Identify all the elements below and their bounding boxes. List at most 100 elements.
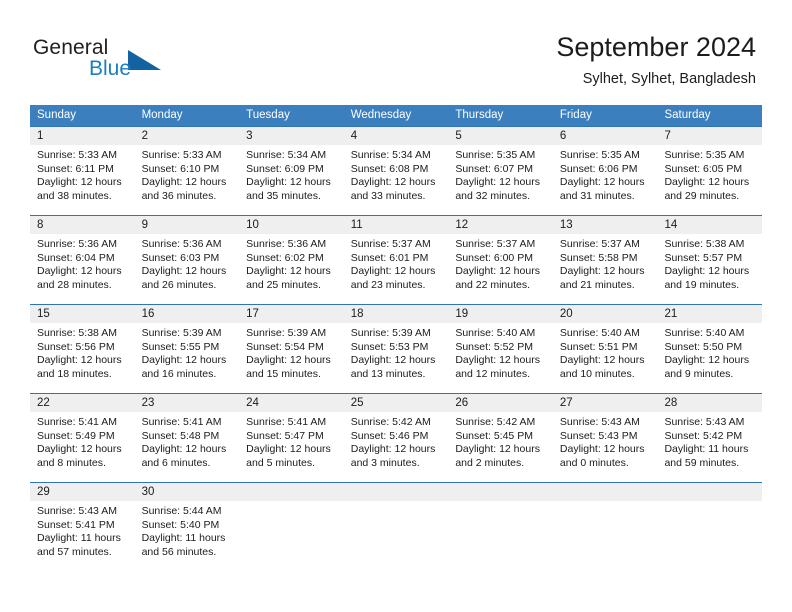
week-row: 29 Sunrise: 5:43 AM Sunset: 5:41 PM Dayl… [30, 482, 763, 571]
day-cell[interactable]: 22 Sunrise: 5:41 AM Sunset: 5:49 PM Dayl… [30, 394, 135, 482]
day-cell[interactable]: 15 Sunrise: 5:38 AM Sunset: 5:56 PM Dayl… [30, 305, 135, 393]
day-cell[interactable]: 3 Sunrise: 5:34 AM Sunset: 6:09 PM Dayli… [239, 127, 344, 215]
sunrise-text: Sunrise: 5:38 AM [664, 238, 745, 250]
day-cell[interactable]: 5 Sunrise: 5:35 AM Sunset: 6:07 PM Dayli… [448, 127, 553, 215]
day-details: Sunrise: 5:38 AM Sunset: 5:56 PM Dayligh… [30, 323, 135, 381]
daylight-text-line1: Daylight: 12 hours [455, 176, 540, 189]
sunset-text: Sunset: 5:51 PM [559, 340, 638, 353]
sunrise-text: Sunrise: 5:41 AM [141, 416, 222, 428]
sunset-text: Sunset: 5:47 PM [246, 429, 324, 442]
sunrise-text: Sunrise: 5:44 AM [141, 505, 222, 517]
sunrise-text: Sunrise: 5:36 AM [141, 238, 222, 250]
daylight-text-line2: and 56 minutes. [141, 545, 217, 558]
blue-flag-icon [128, 50, 161, 70]
daylight-text-line2: and 0 minutes. [559, 456, 629, 469]
day-cell[interactable]: 19 Sunrise: 5:40 AM Sunset: 5:52 PM Dayl… [448, 305, 553, 393]
sunset-text: Sunset: 6:07 PM [455, 162, 533, 175]
daylight-text-line1: Daylight: 12 hours [141, 265, 227, 278]
daylight-text-line1: Daylight: 12 hours [455, 265, 540, 278]
day-number: 25 [343, 394, 449, 412]
brand-logo[interactable]: General Blue [33, 36, 263, 92]
daylight-text-line1: Daylight: 12 hours [664, 176, 750, 189]
day-cell[interactable]: 28 Sunrise: 5:43 AM Sunset: 5:42 PM Dayl… [657, 394, 763, 482]
day-cell[interactable]: 4 Sunrise: 5:34 AM Sunset: 6:08 PM Dayli… [343, 127, 449, 215]
sunset-text: Sunset: 5:45 PM [455, 429, 533, 442]
day-cell[interactable]: 6 Sunrise: 5:35 AM Sunset: 6:06 PM Dayli… [552, 127, 658, 215]
day-details: Sunrise: 5:42 AM Sunset: 5:46 PM Dayligh… [344, 412, 449, 470]
day-number: 26 [448, 394, 553, 412]
day-number: 12 [448, 216, 553, 234]
sunrise-text: Sunrise: 5:35 AM [455, 149, 536, 161]
day-cell[interactable]: 2 Sunrise: 5:33 AM Sunset: 6:10 PM Dayli… [134, 127, 240, 215]
sunrise-text: Sunrise: 5:38 AM [37, 327, 117, 339]
day-details: Sunrise: 5:39 AM Sunset: 5:53 PM Dayligh… [344, 323, 449, 381]
day-cell[interactable]: 17 Sunrise: 5:39 AM Sunset: 5:54 PM Dayl… [239, 305, 344, 393]
day-number: 17 [239, 305, 344, 323]
daylight-text-line2: and 16 minutes. [141, 367, 217, 380]
day-cell[interactable]: 11 Sunrise: 5:37 AM Sunset: 6:01 PM Dayl… [343, 216, 449, 304]
day-details: Sunrise: 5:43 AM Sunset: 5:43 PM Dayligh… [553, 412, 658, 470]
sunset-text: Sunset: 5:55 PM [141, 340, 220, 353]
day-details: Sunrise: 5:39 AM Sunset: 5:55 PM Dayligh… [135, 323, 240, 381]
day-cell[interactable]: 23 Sunrise: 5:41 AM Sunset: 5:48 PM Dayl… [134, 394, 240, 482]
day-details: Sunrise: 5:38 AM Sunset: 5:57 PM Dayligh… [657, 234, 762, 292]
day-number: 20 [552, 305, 658, 323]
day-details: Sunrise: 5:36 AM Sunset: 6:04 PM Dayligh… [30, 234, 135, 292]
day-details: Sunrise: 5:42 AM Sunset: 5:45 PM Dayligh… [448, 412, 553, 470]
day-cell-empty [552, 483, 658, 571]
sunrise-text: Sunrise: 5:39 AM [141, 327, 222, 339]
daylight-text-line1: Daylight: 12 hours [246, 265, 331, 278]
daylight-text-line1: Daylight: 12 hours [559, 443, 645, 456]
day-number [448, 483, 553, 501]
daylight-text-line2: and 21 minutes. [559, 278, 635, 291]
day-details: Sunrise: 5:41 AM Sunset: 5:47 PM Dayligh… [239, 412, 344, 470]
sunrise-text: Sunrise: 5:42 AM [350, 416, 431, 428]
weekday-header-wednesday: Wednesday [350, 109, 412, 121]
day-number: 14 [657, 216, 763, 234]
day-cell[interactable]: 24 Sunrise: 5:41 AM Sunset: 5:47 PM Dayl… [239, 394, 344, 482]
day-cell[interactable]: 18 Sunrise: 5:39 AM Sunset: 5:53 PM Dayl… [343, 305, 449, 393]
daylight-text-line2: and 29 minutes. [664, 189, 740, 202]
day-cell[interactable]: 9 Sunrise: 5:36 AM Sunset: 6:03 PM Dayli… [134, 216, 240, 304]
day-details: Sunrise: 5:35 AM Sunset: 6:07 PM Dayligh… [448, 145, 553, 203]
sunset-text: Sunset: 6:03 PM [141, 251, 220, 264]
sunset-text: Sunset: 6:01 PM [350, 251, 429, 264]
day-cell[interactable]: 29 Sunrise: 5:43 AM Sunset: 5:41 PM Dayl… [30, 483, 135, 571]
day-number: 28 [657, 394, 763, 412]
daylight-text-line2: and 10 minutes. [559, 367, 635, 380]
day-cell[interactable]: 13 Sunrise: 5:37 AM Sunset: 5:58 PM Dayl… [552, 216, 658, 304]
day-details: Sunrise: 5:36 AM Sunset: 6:02 PM Dayligh… [239, 234, 344, 292]
day-cell[interactable]: 12 Sunrise: 5:37 AM Sunset: 6:00 PM Dayl… [448, 216, 553, 304]
day-cell[interactable]: 30 Sunrise: 5:44 AM Sunset: 5:40 PM Dayl… [134, 483, 240, 571]
day-cell[interactable]: 26 Sunrise: 5:42 AM Sunset: 5:45 PM Dayl… [448, 394, 553, 482]
day-details: Sunrise: 5:40 AM Sunset: 5:51 PM Dayligh… [553, 323, 658, 381]
sunrise-text: Sunrise: 5:35 AM [664, 149, 745, 161]
day-cell[interactable]: 10 Sunrise: 5:36 AM Sunset: 6:02 PM Dayl… [239, 216, 344, 304]
day-number: 7 [657, 127, 763, 145]
day-cell-empty [448, 483, 553, 571]
daylight-text-line1: Daylight: 12 hours [37, 265, 122, 278]
day-number: 1 [30, 127, 135, 145]
day-details: Sunrise: 5:35 AM Sunset: 6:05 PM Dayligh… [657, 145, 762, 203]
day-cell[interactable]: 1 Sunrise: 5:33 AM Sunset: 6:11 PM Dayli… [30, 127, 135, 215]
day-cell[interactable]: 16 Sunrise: 5:39 AM Sunset: 5:55 PM Dayl… [134, 305, 240, 393]
day-cell[interactable]: 20 Sunrise: 5:40 AM Sunset: 5:51 PM Dayl… [552, 305, 658, 393]
sunrise-text: Sunrise: 5:40 AM [664, 327, 745, 339]
day-cell[interactable]: 21 Sunrise: 5:40 AM Sunset: 5:50 PM Dayl… [657, 305, 763, 393]
day-cell[interactable]: 25 Sunrise: 5:42 AM Sunset: 5:46 PM Dayl… [343, 394, 449, 482]
sunrise-text: Sunrise: 5:39 AM [246, 327, 327, 339]
day-number: 19 [448, 305, 553, 323]
day-details: Sunrise: 5:43 AM Sunset: 5:42 PM Dayligh… [657, 412, 762, 470]
sunset-text: Sunset: 5:52 PM [455, 340, 533, 353]
weekday-header-row: Sunday Monday Tuesday Wednesday Thursday… [30, 105, 762, 126]
daylight-text-line1: Daylight: 12 hours [246, 176, 331, 189]
day-number: 8 [30, 216, 135, 234]
day-details: Sunrise: 5:40 AM Sunset: 5:52 PM Dayligh… [448, 323, 553, 381]
day-cell[interactable]: 14 Sunrise: 5:38 AM Sunset: 5:57 PM Dayl… [657, 216, 763, 304]
day-cell[interactable]: 27 Sunrise: 5:43 AM Sunset: 5:43 PM Dayl… [552, 394, 658, 482]
day-number: 21 [657, 305, 763, 323]
weekday-header-friday: Friday [559, 109, 592, 121]
daylight-text-line1: Daylight: 11 hours [664, 443, 749, 456]
day-cell[interactable]: 8 Sunrise: 5:36 AM Sunset: 6:04 PM Dayli… [30, 216, 135, 304]
day-cell[interactable]: 7 Sunrise: 5:35 AM Sunset: 6:05 PM Dayli… [657, 127, 763, 215]
